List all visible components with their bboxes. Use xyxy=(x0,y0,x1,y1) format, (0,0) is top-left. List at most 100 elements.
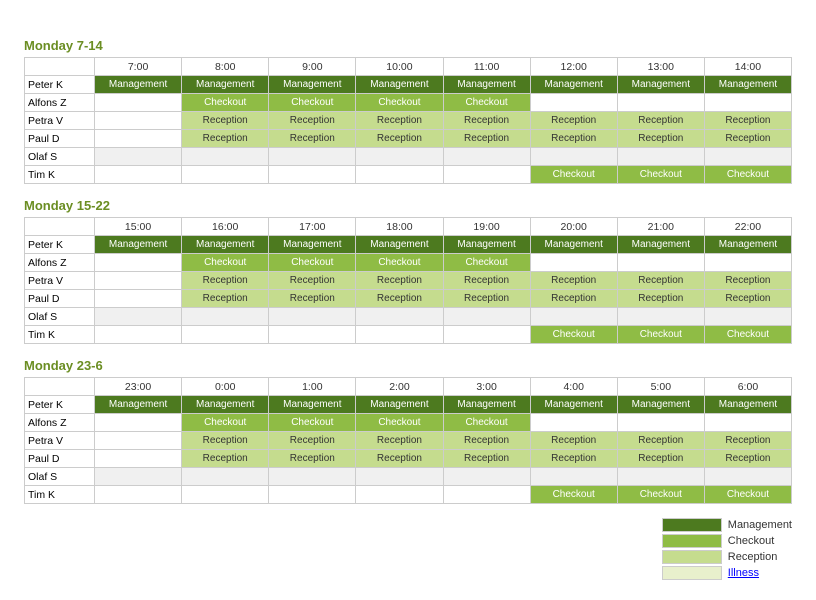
schedule-cell: Reception xyxy=(356,112,443,130)
employee-name: Olaf S xyxy=(25,148,95,166)
schedule-cell: Management xyxy=(95,396,182,414)
schedule-cell: Reception xyxy=(617,290,704,308)
employee-name: Petra V xyxy=(25,272,95,290)
schedule-cell xyxy=(182,486,269,504)
schedule-cell xyxy=(95,254,182,272)
schedule-cell: Checkout xyxy=(269,254,356,272)
schedule-cell: Management xyxy=(95,76,182,94)
schedule-cell: Management xyxy=(182,76,269,94)
schedule-cell: Management xyxy=(530,236,617,254)
schedule-table: 23:000:001:002:003:004:005:006:00Peter K… xyxy=(24,377,792,504)
employee-name: Peter K xyxy=(25,76,95,94)
schedule-cell: Management xyxy=(182,396,269,414)
schedule-cell: Reception xyxy=(269,432,356,450)
col-header-hour: 14:00 xyxy=(704,58,791,76)
schedule-cell: Reception xyxy=(617,450,704,468)
table-row: Olaf S xyxy=(25,148,792,166)
col-header-name xyxy=(25,378,95,396)
section-title: Monday 15-22 xyxy=(24,198,792,213)
schedule-cell: Checkout xyxy=(530,326,617,344)
table-row: Paul DReceptionReceptionReceptionRecepti… xyxy=(25,290,792,308)
col-header-hour: 8:00 xyxy=(182,58,269,76)
schedule-cell xyxy=(704,148,791,166)
col-header-hour: 13:00 xyxy=(617,58,704,76)
schedule-cell xyxy=(182,468,269,486)
schedule-cell: Management xyxy=(704,396,791,414)
schedule-cell: Checkout xyxy=(356,414,443,432)
legend-label: Illness xyxy=(728,567,759,579)
employee-name: Alfons Z xyxy=(25,414,95,432)
col-header-hour: 16:00 xyxy=(182,218,269,236)
schedule-cell: Reception xyxy=(530,450,617,468)
schedule-cell xyxy=(356,486,443,504)
table-row: Petra VReceptionReceptionReceptionRecept… xyxy=(25,272,792,290)
table-row: Peter KManagementManagementManagementMan… xyxy=(25,236,792,254)
schedule-cell xyxy=(356,326,443,344)
table-row: Peter KManagementManagementManagementMan… xyxy=(25,396,792,414)
schedule-cell: Management xyxy=(617,396,704,414)
schedule-cell: Reception xyxy=(617,112,704,130)
schedule-cell: Reception xyxy=(443,112,530,130)
schedule-cell xyxy=(95,290,182,308)
table-row: Petra VReceptionReceptionReceptionRecept… xyxy=(25,432,792,450)
schedule-cell xyxy=(95,450,182,468)
schedule-cell: Management xyxy=(269,236,356,254)
schedule-cell xyxy=(182,166,269,184)
schedule-cell: Reception xyxy=(182,450,269,468)
schedule-cell xyxy=(95,130,182,148)
schedule-cell: Reception xyxy=(617,130,704,148)
schedule-cell: Reception xyxy=(356,450,443,468)
col-header-hour: 1:00 xyxy=(269,378,356,396)
schedule-table: 7:008:009:0010:0011:0012:0013:0014:00Pet… xyxy=(24,57,792,184)
col-header-hour: 4:00 xyxy=(530,378,617,396)
schedule-cell xyxy=(530,308,617,326)
table-row: Alfons ZCheckoutCheckoutCheckoutCheckout xyxy=(25,414,792,432)
schedule-cell: Checkout xyxy=(269,94,356,112)
schedule-cell: Reception xyxy=(704,432,791,450)
schedule-cell xyxy=(269,148,356,166)
schedule-cell: Management xyxy=(617,236,704,254)
schedule-cell xyxy=(617,148,704,166)
schedule-cell xyxy=(704,414,791,432)
schedule-cell: Reception xyxy=(443,130,530,148)
schedule-cell: Checkout xyxy=(530,166,617,184)
schedule-cell xyxy=(95,468,182,486)
schedule-cell xyxy=(95,112,182,130)
schedule-cell xyxy=(356,166,443,184)
schedule-cell: Checkout xyxy=(356,254,443,272)
schedule-cell xyxy=(704,468,791,486)
schedule-cell xyxy=(617,414,704,432)
section-title: Monday 23-6 xyxy=(24,358,792,373)
schedule-cell xyxy=(182,148,269,166)
schedule-cell: Checkout xyxy=(269,414,356,432)
col-header-hour: 6:00 xyxy=(704,378,791,396)
legend-label: Management xyxy=(728,519,792,531)
schedule-cell: Management xyxy=(704,76,791,94)
table-row: Peter KManagementManagementManagementMan… xyxy=(25,76,792,94)
schedule-cell xyxy=(530,94,617,112)
schedule-cell xyxy=(530,254,617,272)
table-row: Paul DReceptionReceptionReceptionRecepti… xyxy=(25,450,792,468)
table-row: Tim KCheckoutCheckoutCheckout xyxy=(25,166,792,184)
schedule-cell: Checkout xyxy=(704,166,791,184)
schedule-cell: Management xyxy=(95,236,182,254)
schedule-cell xyxy=(443,166,530,184)
schedule-cell: Reception xyxy=(530,112,617,130)
schedule-cell: Reception xyxy=(443,432,530,450)
schedule-cell: Reception xyxy=(530,290,617,308)
schedule-cell: Reception xyxy=(356,272,443,290)
col-header-name xyxy=(25,218,95,236)
col-header-hour: 12:00 xyxy=(530,58,617,76)
col-header-hour: 17:00 xyxy=(269,218,356,236)
schedule-cell: Reception xyxy=(617,272,704,290)
schedule-cell: Reception xyxy=(269,112,356,130)
schedule-cell xyxy=(443,468,530,486)
table-row: Paul DReceptionReceptionReceptionRecepti… xyxy=(25,130,792,148)
schedule-cell: Checkout xyxy=(182,254,269,272)
table-row: Petra VReceptionReceptionReceptionRecept… xyxy=(25,112,792,130)
schedule-cell: Reception xyxy=(530,272,617,290)
schedule-cell xyxy=(182,326,269,344)
schedule-cell: Checkout xyxy=(182,94,269,112)
col-header-hour: 11:00 xyxy=(443,58,530,76)
schedule-cell xyxy=(443,326,530,344)
